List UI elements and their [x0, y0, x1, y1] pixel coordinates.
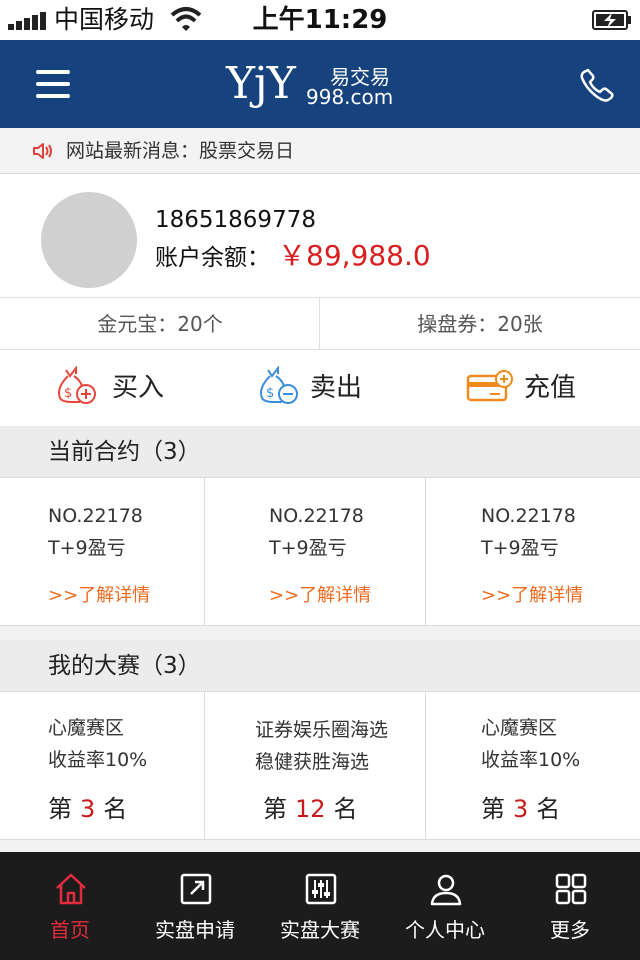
buy-label: 买入 [112, 373, 165, 403]
account-phone: 18651869778 [155, 207, 316, 233]
tab-bar: 首页 实盘申请 实盘大赛 个人中心 更多 [0, 852, 640, 960]
recharge-label: 充值 [524, 373, 577, 403]
contract-number: NO.22178 [48, 505, 143, 527]
speaker-icon [33, 143, 52, 159]
tab-label: 首页 [50, 918, 90, 942]
contest-name: 心魔赛区 [48, 717, 125, 739]
recharge-button[interactable]: 充值 [466, 350, 596, 426]
trading-voucher-count[interactable]: 操盘券：20张 [320, 298, 640, 350]
contests-grid: 心魔赛区 收益率10% 第3名 证券娱乐圈海选 稳健获胜海选 第 12 名 心魔赛区… [0, 692, 640, 840]
card-plus-icon [466, 370, 513, 402]
contest-name: 证券娱乐圈海选 [255, 719, 389, 741]
external-link-icon [180, 873, 212, 905]
hamburger-menu-icon[interactable] [36, 70, 70, 98]
money-bag-plus-icon: $ [58, 366, 96, 404]
contest-card[interactable]: 心魔赛区 收益率10% 第3名 [0, 692, 204, 839]
contest-name: 心魔赛区 [481, 717, 558, 739]
contest-rank: 第3名 [481, 795, 561, 823]
rank-number: 12 [295, 795, 326, 823]
balance-value: ￥89,988.0 [278, 239, 431, 272]
contract-detail-link[interactable]: >>了解详情 [48, 583, 150, 609]
contest-detail: 收益率10% [48, 749, 148, 771]
svg-text:$: $ [266, 386, 274, 401]
contest-detail: 稳健获胜海选 [255, 751, 370, 773]
tab-label: 更多 [550, 918, 590, 942]
phone-icon[interactable] [580, 68, 614, 102]
tab-label: 实盘申请 [155, 918, 235, 942]
contest-detail: 收益率10% [481, 749, 581, 771]
status-time: 上午11:29 [252, 5, 388, 35]
rank-number: 3 [513, 795, 529, 823]
grid-icon [555, 873, 587, 905]
contests-header: 我的大赛（3） [0, 640, 640, 692]
tab-live-apply[interactable]: 实盘申请 [131, 852, 259, 960]
sell-button[interactable]: $ 卖出 [256, 350, 386, 426]
sliders-icon [305, 873, 337, 905]
avatar[interactable] [41, 192, 137, 288]
news-ticker[interactable]: 网站最新消息：股票交易日 [0, 128, 640, 174]
logo-main-text: YjY [226, 58, 296, 109]
news-text: 网站最新消息：股票交易日 [66, 140, 295, 162]
battery-charging-icon [592, 10, 631, 30]
money-bag-minus-icon: $ [260, 366, 298, 404]
user-icon [430, 874, 462, 906]
quick-actions: $ 买入 $ 卖出 充值 [0, 350, 640, 426]
contract-detail-link[interactable]: >>了解详情 [269, 583, 371, 609]
buy-button[interactable]: $ 买入 [52, 350, 182, 426]
contract-detail-link[interactable]: >>了解详情 [481, 583, 583, 609]
rank-number: 3 [80, 795, 96, 823]
contest-card[interactable]: 心魔赛区 收益率10% 第3名 [426, 692, 640, 839]
logo-url-text: 998.com [306, 85, 394, 109]
contract-card[interactable]: NO.22178 T+9盈亏 >>了解详情 [426, 478, 640, 625]
tab-label: 个人中心 [405, 918, 485, 942]
tab-more[interactable]: 更多 [506, 852, 634, 960]
contest-rank: 第3名 [48, 795, 128, 823]
contract-number: NO.22178 [481, 505, 576, 527]
contracts-title: 当前合约（3） [48, 439, 201, 465]
balance-label: 账户余额： [155, 245, 270, 271]
home-icon [56, 873, 86, 905]
contest-card[interactable]: 证券娱乐圈海选 稳健获胜海选 第 12 名 [205, 692, 425, 839]
gold-ingot-count[interactable]: 金元宝：20个 [0, 298, 320, 350]
contract-type: T+9盈亏 [48, 537, 126, 559]
contract-type: T+9盈亏 [481, 537, 559, 559]
sell-label: 卖出 [310, 373, 363, 403]
contract-card[interactable]: NO.22178 T+9盈亏 >>了解详情 [205, 478, 425, 625]
logo: YjY 易交易 998.com [226, 58, 396, 110]
contract-type: T+9盈亏 [269, 537, 347, 559]
contest-rank: 第 12 名 [263, 795, 358, 823]
svg-text:$: $ [64, 386, 72, 401]
profile-card: 18651869778 账户余额： ￥89,988.0 [0, 174, 640, 298]
tab-profile[interactable]: 个人中心 [381, 852, 509, 960]
tab-label: 实盘大赛 [280, 918, 360, 942]
contracts-header: 当前合约（3） [0, 426, 640, 478]
tab-home[interactable]: 首页 [6, 852, 134, 960]
nav-bar: YjY 易交易 998.com [0, 40, 640, 128]
stats-row: 金元宝：20个 操盘券：20张 [0, 298, 640, 350]
contracts-grid: NO.22178 T+9盈亏 >>了解详情 NO.22178 T+9盈亏 >>了… [0, 478, 640, 626]
status-bar: 中国移动 上午11:29 [0, 0, 640, 40]
tab-live-contest[interactable]: 实盘大赛 [256, 852, 384, 960]
contract-card[interactable]: NO.22178 T+9盈亏 >>了解详情 [0, 478, 204, 625]
contract-number: NO.22178 [269, 505, 364, 527]
contests-title: 我的大赛（3） [48, 653, 201, 679]
